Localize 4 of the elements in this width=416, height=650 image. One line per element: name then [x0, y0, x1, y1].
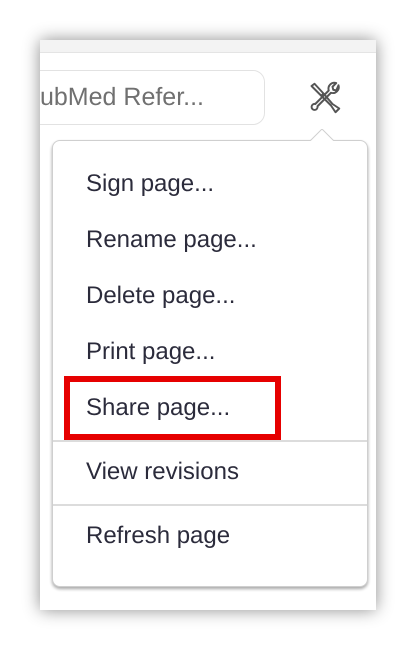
- menu-item[interactable]: Share page...: [64, 376, 281, 440]
- menu-item[interactable]: View revisions: [64, 440, 281, 504]
- search-field[interactable]: ubMed Refer...: [40, 70, 265, 125]
- menu-item[interactable]: Refresh page: [64, 504, 281, 568]
